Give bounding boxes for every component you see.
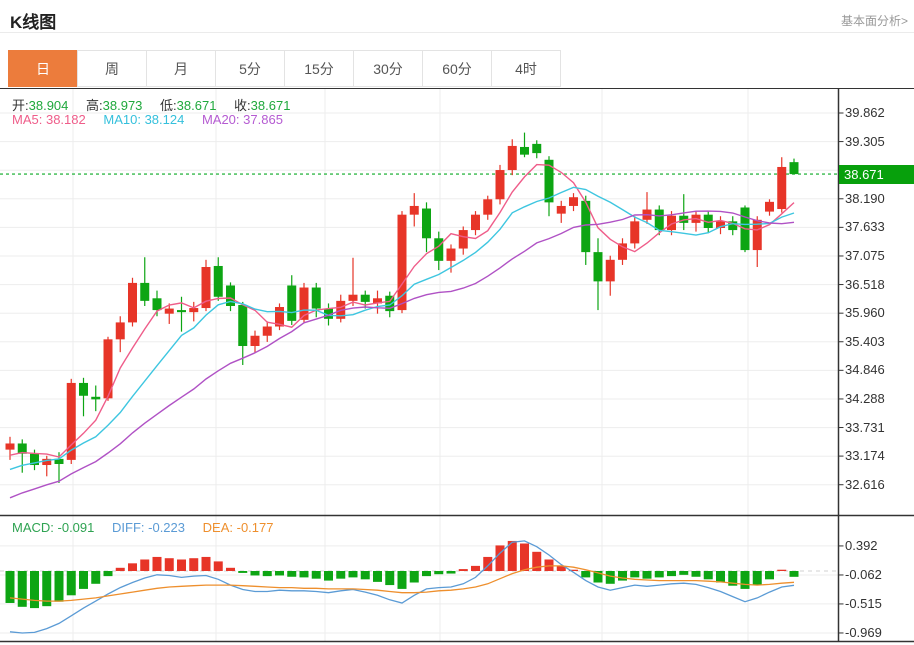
ma5-value: 38.182 — [46, 112, 86, 127]
main-ytick: 34.288 — [845, 391, 885, 406]
kline-panel: K线图 基本面分析> 日周月5分15分30分60分4时 开:38.904 高:3… — [0, 0, 914, 645]
main-ytick: 38.190 — [845, 191, 885, 206]
ma20-value: 37.865 — [243, 112, 283, 127]
main-ytick: 35.403 — [845, 334, 885, 349]
main-ytick: 37.633 — [845, 219, 885, 234]
diff-label: DIFF: — [112, 520, 145, 535]
main-ytick: 36.518 — [845, 277, 885, 292]
macd-ytick: -0.062 — [845, 567, 882, 582]
ma20-label: MA20: — [202, 112, 240, 127]
low-label: 低: — [160, 98, 177, 113]
main-ytick: 33.174 — [845, 448, 885, 463]
high-value: 38.973 — [103, 98, 143, 113]
macd-ytick: 0.392 — [845, 538, 878, 553]
close-label: 收: — [234, 98, 251, 113]
main-ytick: 33.731 — [845, 420, 885, 435]
macd-ytick: -0.515 — [845, 596, 882, 611]
low-value: 38.671 — [177, 98, 217, 113]
dea-value: -0.177 — [237, 520, 274, 535]
open-value: 38.904 — [29, 98, 69, 113]
main-ytick: 39.305 — [845, 134, 885, 149]
macd-value: -0.091 — [58, 520, 95, 535]
ma5-label: MA5: — [12, 112, 42, 127]
macd-ytick: -0.969 — [845, 625, 882, 640]
high-label: 高: — [86, 98, 103, 113]
main-ytick: 39.862 — [845, 105, 885, 120]
diff-value: -0.223 — [148, 520, 185, 535]
open-label: 开: — [12, 98, 29, 113]
close-value: 38.671 — [251, 98, 291, 113]
ma10-label: MA10: — [103, 112, 141, 127]
ma-legend: MA5: 38.182 MA10: 38.124 MA20: 37.865 — [12, 112, 283, 127]
main-ytick: 35.960 — [845, 305, 885, 320]
main-ytick: 37.075 — [845, 248, 885, 263]
ma10-value: 38.124 — [145, 112, 185, 127]
main-ytick: 32.616 — [845, 477, 885, 492]
macd-label: MACD: — [12, 520, 54, 535]
macd-legend: MACD: -0.091 DIFF: -0.223 DEA: -0.177 — [12, 520, 273, 535]
main-ytick: 34.846 — [845, 362, 885, 377]
current-price-tag: 38.671 — [839, 165, 914, 184]
dea-label: DEA: — [203, 520, 233, 535]
